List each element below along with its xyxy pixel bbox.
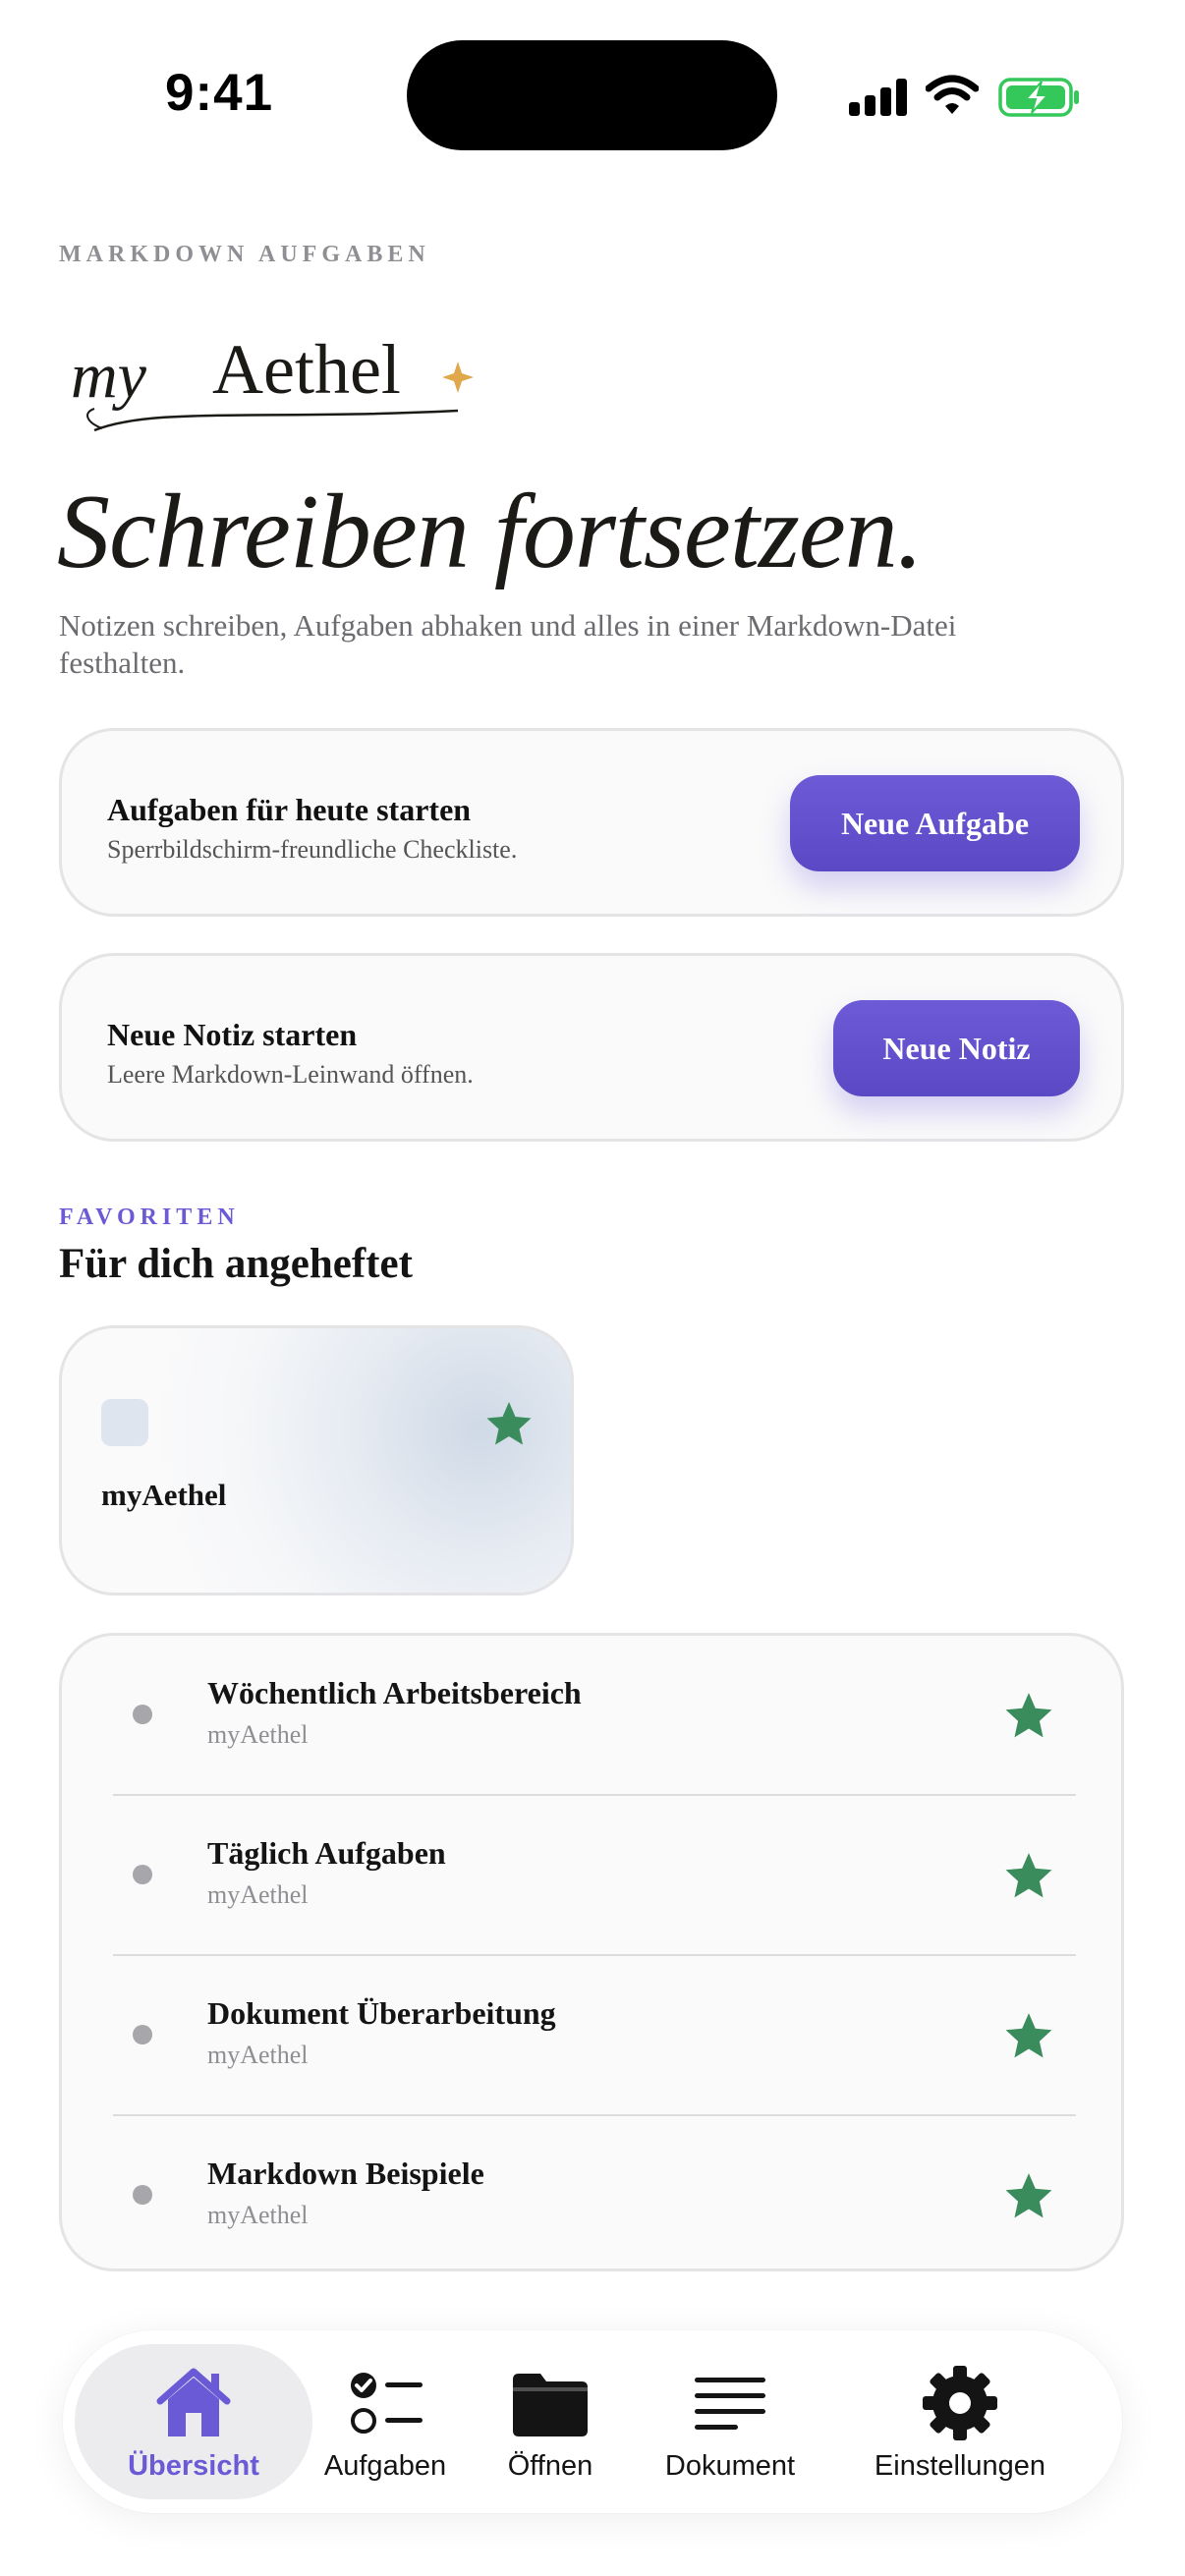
list-item-title: Täglich Aufgaben: [207, 1835, 446, 1871]
list-item-subtitle: myAethel: [207, 2201, 309, 2229]
favorites-eyebrow: FAVORITEN: [59, 1204, 240, 1230]
list-item-title: Dokument Überarbeitung: [207, 1995, 556, 2031]
document-lines-icon: [695, 2377, 765, 2430]
document-icon: [101, 1399, 148, 1446]
tab-document-label: Dokument: [664, 2449, 796, 2482]
wifi-icon: [926, 75, 979, 114]
list-item-subtitle: myAethel: [207, 2041, 309, 2069]
star-icon[interactable]: [484, 1399, 534, 1448]
list-item-title: Markdown Beispiele: [207, 2156, 484, 2191]
page-subtitle: Notizen schreiben, Aufgaben abhaken und …: [59, 608, 957, 680]
battery-charging-icon: [998, 78, 1079, 117]
list-item-subtitle: myAethel: [207, 1880, 309, 1909]
list-item[interactable]: Täglich Aufgaben myAethel: [62, 1796, 1127, 1956]
tab-tasks-label: Aufgaben: [323, 2449, 447, 2482]
new-note-card[interactable]: Neue Notiz starten Leere Markdown-Leinwa…: [59, 953, 1124, 1142]
new-task-button[interactable]: Neue Aufgabe: [790, 775, 1080, 871]
star-icon[interactable]: [1003, 2010, 1054, 2061]
checklist-icon: [351, 2372, 423, 2434]
new-note-title: Neue Notiz starten: [107, 1017, 358, 1052]
svg-text:Aethel: Aethel: [212, 330, 401, 409]
star-icon[interactable]: [1003, 1690, 1054, 1741]
start-tasks-card[interactable]: Aufgaben für heute starten Sperrbildschi…: [59, 728, 1124, 917]
folder-icon: [513, 2373, 588, 2436]
tab-overview[interactable]: Übersicht: [75, 2344, 312, 2499]
start-tasks-title: Aufgaben für heute starten: [107, 792, 472, 827]
gear-icon: [923, 2365, 997, 2440]
pinned-card-title: myAethel: [101, 1478, 227, 1512]
app-eyebrow: MARKDOWN AUFGABEN: [59, 242, 430, 267]
cellular-signal-icon: [849, 79, 908, 116]
new-note-subtitle: Leere Markdown-Leinwand öffnen.: [107, 1060, 474, 1089]
bullet-icon: [133, 1705, 152, 1724]
favorites-list: Wöchentlich Arbeitsbereich myAethel Tägl…: [59, 1633, 1124, 2271]
tab-open[interactable]: Öffnen: [478, 2344, 623, 2499]
pinned-card[interactable]: myAethel: [59, 1325, 574, 1596]
tab-settings-label: Einstellungen: [874, 2449, 1046, 2482]
bullet-icon: [133, 2185, 152, 2205]
start-tasks-subtitle: Sperrbildschirm-freundliche Checkliste.: [107, 835, 518, 864]
page-headline: Schreiben fortsetzen.: [57, 474, 924, 590]
star-icon[interactable]: [1003, 1850, 1054, 1901]
new-note-button[interactable]: Neue Notiz: [833, 1000, 1080, 1096]
bullet-icon: [133, 1865, 152, 1884]
myaethel-logo: my Aethel: [71, 330, 474, 432]
svg-text:my: my: [71, 340, 147, 412]
star-icon[interactable]: [1003, 2170, 1054, 2221]
bullet-icon: [133, 2025, 152, 2044]
list-item-subtitle: myAethel: [207, 1720, 309, 1749]
dynamic-island: [407, 40, 777, 150]
list-item[interactable]: Dokument Überarbeitung myAethel: [62, 1956, 1127, 2116]
list-item-title: Wöchentlich Arbeitsbereich: [207, 1675, 582, 1710]
tab-overview-label: Übersicht: [128, 2449, 259, 2482]
tab-settings[interactable]: Einstellungen: [849, 2344, 1071, 2499]
tab-document[interactable]: Dokument: [652, 2344, 808, 2499]
tab-tasks[interactable]: Aufgaben: [312, 2344, 458, 2499]
tab-open-label: Öffnen: [507, 2449, 593, 2482]
tab-bar: Übersicht Aufgaben Öffnen Dokument Einst…: [63, 2330, 1122, 2513]
list-item[interactable]: Wöchentlich Arbeitsbereich myAethel: [62, 1636, 1127, 1796]
home-icon: [156, 2368, 231, 2436]
list-item[interactable]: Markdown Beispiele myAethel: [62, 2116, 1127, 2276]
status-bar: 9:41: [0, 0, 1185, 187]
favorites-heading: Für dich angeheftet: [59, 1241, 413, 1287]
status-time: 9:41: [165, 64, 274, 122]
